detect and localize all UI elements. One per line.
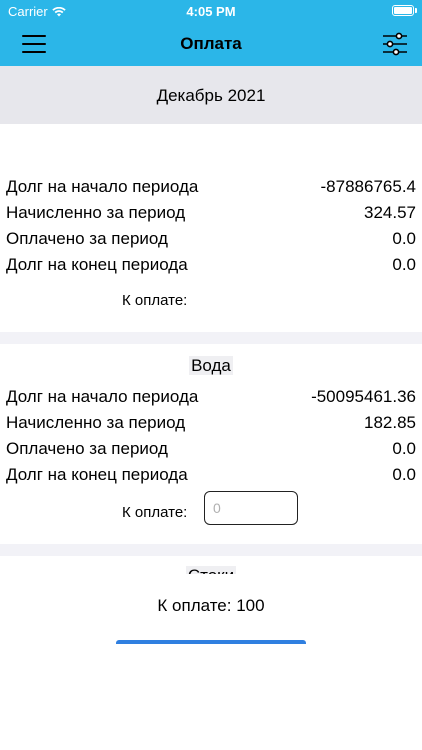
service-row: Долг на начало периода -50095461.36 [6,387,416,411]
clock: 4:05 PM [186,4,236,19]
battery-icon [392,5,414,16]
row-value: 0.0 [392,255,416,274]
summary-row: Долг на конец периода 0.0 [6,255,416,279]
row-label: Долг на конец периода [6,465,188,484]
service-row: Начисленно за период 182.85 [6,413,416,437]
service-title: Вода [0,356,422,376]
page-title: Оплата [180,34,242,53]
row-label: Оплачено за период [6,439,168,458]
navigation-bar: Оплата [0,22,422,66]
row-value: 0.0 [392,439,416,458]
filter-button[interactable] [382,32,408,56]
section-divider [0,332,422,344]
service-row: Оплачено за период 0.0 [6,439,416,463]
battery-tip [415,8,417,13]
service-card-water: Вода Долг на начало периода -50095461.36… [0,344,422,544]
status-bar: Carrier 4:05 PM [0,0,422,22]
payment-amount-placeholder: 0 [213,500,221,516]
service-title-text: Вода [189,356,233,375]
payment-amount-input[interactable]: 0 [204,491,298,525]
bottom-panel: К оплате: 100 [0,574,422,750]
row-value: 324.57 [364,203,416,222]
summary-pay-label: К оплате: [122,292,188,309]
period-label: Декабрь 2021 [156,86,266,105]
row-label: Оплачено за период [6,229,168,248]
summary-row: Оплачено за период 0.0 [6,229,416,253]
pay-button[interactable] [116,640,306,644]
row-label: Начисленно за период [6,413,186,432]
service-title-next: Стоки [0,566,422,574]
row-label: Долг на начало периода [6,387,199,406]
row-label: Начисленно за период [6,203,186,222]
row-value: 0.0 [392,229,416,248]
row-label: Долг на конец периода [6,255,188,274]
row-value: -87886765.4 [320,177,416,196]
service-title-text: Стоки [185,566,237,574]
row-label: Долг на начало периода [6,177,199,196]
service-pay-label: К оплате: [122,504,188,521]
period-selector[interactable]: Декабрь 2021 [0,66,422,124]
filter-sliders-icon [383,32,407,56]
row-value: 182.85 [364,413,416,432]
total-amount: К оплате: 100 [157,596,265,615]
summary-card: Долг на начало периода -87886765.4 Начис… [0,124,422,332]
section-divider [0,544,422,556]
service-row: Долг на конец периода 0.0 [6,465,416,489]
summary-row: Долг на начало периода -87886765.4 [6,177,416,201]
row-value: -50095461.36 [311,387,416,406]
row-value: 0.0 [392,465,416,484]
summary-row: Начисленно за период 324.57 [6,203,416,227]
